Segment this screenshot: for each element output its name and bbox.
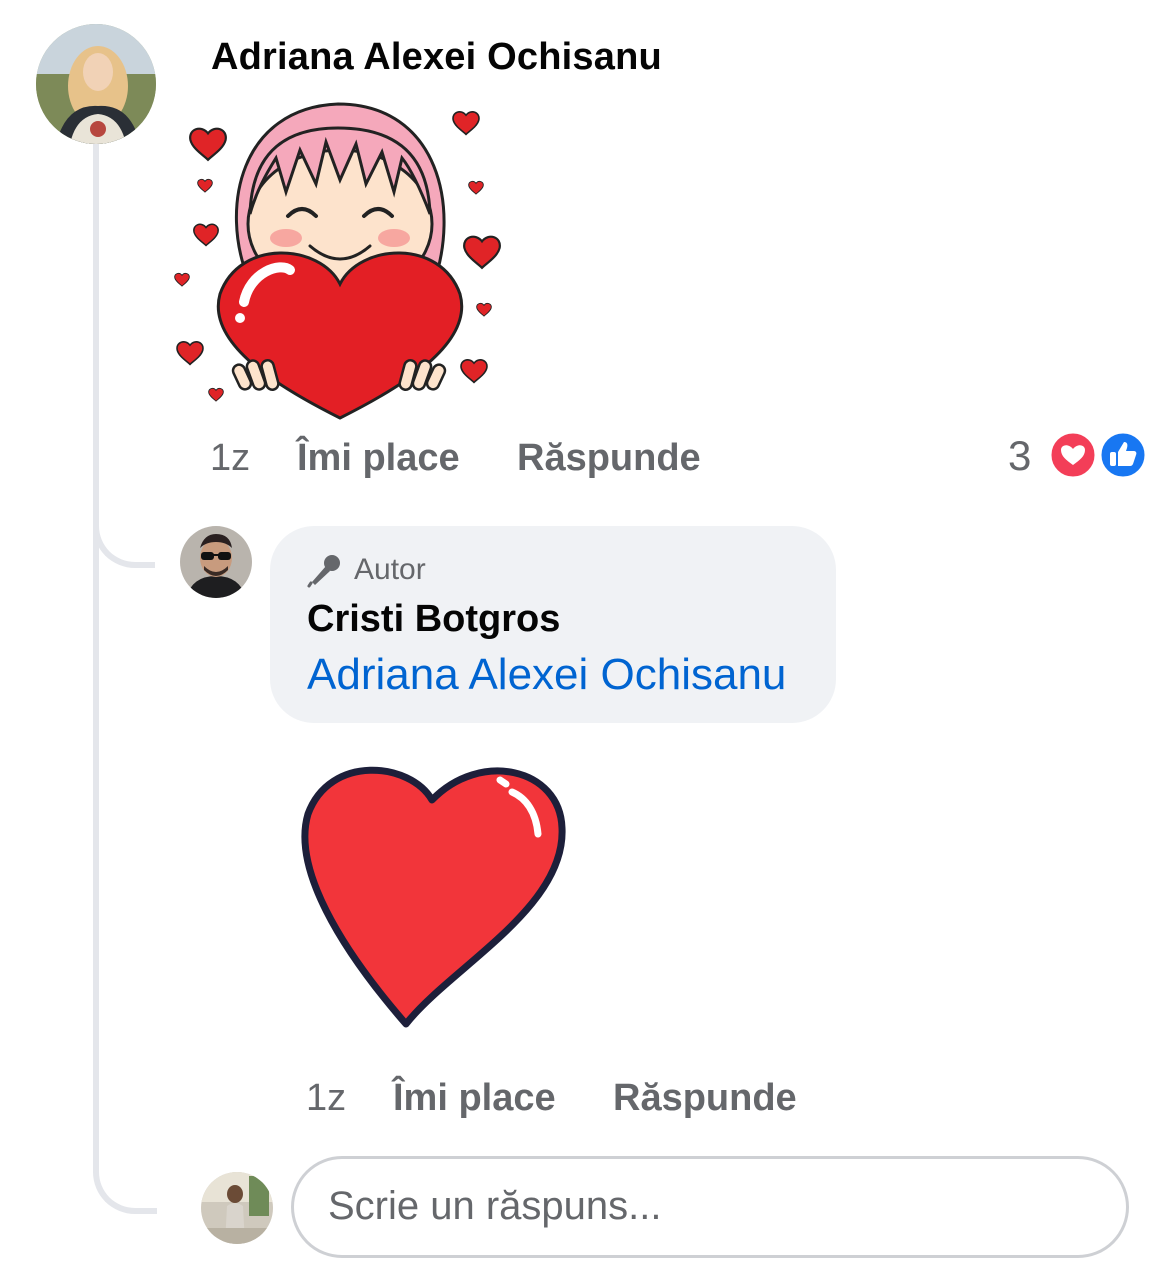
reply-button[interactable]: Răspunde [613, 1077, 797, 1120]
current-user-avatar [201, 1172, 273, 1244]
like-reaction-icon[interactable] [1098, 430, 1148, 480]
avatar[interactable] [36, 24, 156, 144]
reply-label: Răspunde [517, 437, 701, 479]
thread-connector-composer [93, 1116, 157, 1214]
author-badge-label: Autor [354, 553, 426, 586]
mention-link[interactable]: Adriana Alexei Ochisanu [307, 650, 786, 700]
reply-author[interactable]: Cristi Botgros [307, 598, 560, 641]
like-button[interactable]: Îmi place [297, 437, 460, 480]
reply-input-placeholder: Scrie un răspuns... [328, 1184, 662, 1228]
reaction-count[interactable]: 3 [1008, 432, 1031, 480]
reply-button[interactable]: Răspunde [517, 437, 701, 480]
like-button[interactable]: Îmi place [393, 1077, 556, 1120]
avatar[interactable] [180, 526, 252, 598]
author-badge: Autor [306, 552, 426, 588]
red-heart-sticker [300, 758, 570, 1034]
reply-time[interactable]: 1z [306, 1077, 346, 1120]
comment-time[interactable]: 1z [210, 437, 250, 480]
girl-holding-heart-sticker [170, 88, 510, 424]
thread-line [93, 140, 99, 1160]
like-label: Îmi place [297, 437, 460, 479]
love-reaction-icon[interactable] [1048, 430, 1098, 480]
reply-label: Răspunde [613, 1077, 797, 1119]
microphone-icon [306, 552, 344, 588]
thread-connector-reply [93, 470, 155, 568]
comment-author[interactable]: Adriana Alexei Ochisanu [211, 36, 662, 79]
like-label: Îmi place [393, 1077, 556, 1119]
